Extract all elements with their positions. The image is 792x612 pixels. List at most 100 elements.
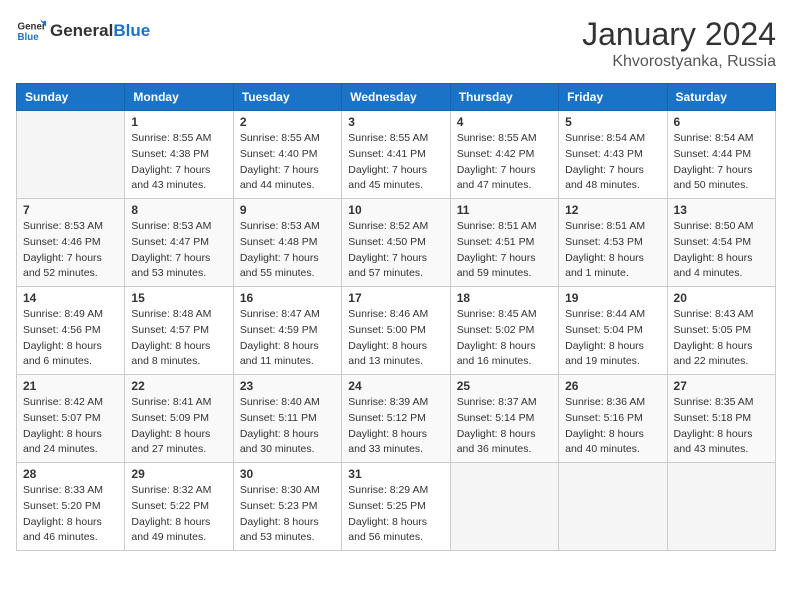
day-detail: Sunrise: 8:30 AMSunset: 5:23 PMDaylight:… bbox=[240, 483, 335, 546]
day-detail: Sunrise: 8:43 AMSunset: 5:05 PMDaylight:… bbox=[674, 307, 769, 370]
calendar-cell: 26 Sunrise: 8:36 AMSunset: 5:16 PMDayligh… bbox=[559, 375, 667, 463]
calendar-cell: 21 Sunrise: 8:42 AMSunset: 5:07 PMDayligh… bbox=[17, 375, 125, 463]
day-number: 16 bbox=[240, 291, 335, 305]
calendar-cell: 1Sunrise: 8:55 AMSunset: 4:38 PMDaylight… bbox=[125, 111, 233, 199]
day-number: 3 bbox=[348, 115, 443, 129]
day-number: 17 bbox=[348, 291, 443, 305]
day-detail: Sunrise: 8:53 AMSunset: 4:48 PMDaylight:… bbox=[240, 219, 335, 282]
calendar-week-row: 28 Sunrise: 8:33 AMSunset: 5:20 PMDayligh… bbox=[17, 463, 776, 551]
day-number: 28 bbox=[23, 467, 118, 481]
calendar-cell: 24 Sunrise: 8:39 AMSunset: 5:12 PMDayligh… bbox=[342, 375, 450, 463]
day-number: 8 bbox=[131, 203, 226, 217]
day-detail: Sunrise: 8:55 AMSunset: 4:38 PMDaylight:… bbox=[131, 131, 226, 194]
day-detail: Sunrise: 8:41 AMSunset: 5:09 PMDaylight:… bbox=[131, 395, 226, 458]
calendar-week-row: 7Sunrise: 8:53 AMSunset: 4:46 PMDaylight… bbox=[17, 199, 776, 287]
svg-text:General: General bbox=[18, 22, 47, 33]
calendar-cell: 30Sunrise: 8:30 AMSunset: 5:23 PMDayligh… bbox=[233, 463, 341, 551]
day-number: 14 bbox=[23, 291, 118, 305]
calendar-cell bbox=[667, 463, 775, 551]
day-number: 24 bbox=[348, 379, 443, 393]
day-number: 27 bbox=[674, 379, 769, 393]
calendar-header-row: SundayMondayTuesdayWednesdayThursdayFrid… bbox=[17, 84, 776, 111]
day-number: 13 bbox=[674, 203, 769, 217]
col-header-saturday: Saturday bbox=[667, 84, 775, 111]
calendar-cell: 15 Sunrise: 8:48 AMSunset: 4:57 PMDayligh… bbox=[125, 287, 233, 375]
day-detail: Sunrise: 8:47 AMSunset: 4:59 PMDaylight:… bbox=[240, 307, 335, 370]
day-number: 23 bbox=[240, 379, 335, 393]
calendar-week-row: 1Sunrise: 8:55 AMSunset: 4:38 PMDaylight… bbox=[17, 111, 776, 199]
col-header-sunday: Sunday bbox=[17, 84, 125, 111]
calendar-table: SundayMondayTuesdayWednesdayThursdayFrid… bbox=[16, 83, 776, 551]
day-detail: Sunrise: 8:35 AMSunset: 5:18 PMDaylight:… bbox=[674, 395, 769, 458]
day-detail: Sunrise: 8:52 AMSunset: 4:50 PMDaylight:… bbox=[348, 219, 443, 282]
calendar-cell: 23Sunrise: 8:40 AMSunset: 5:11 PMDayligh… bbox=[233, 375, 341, 463]
day-detail: Sunrise: 8:46 AMSunset: 5:00 PMDaylight:… bbox=[348, 307, 443, 370]
calendar-cell: 20 Sunrise: 8:43 AMSunset: 5:05 PMDayligh… bbox=[667, 287, 775, 375]
calendar-cell bbox=[17, 111, 125, 199]
day-detail: Sunrise: 8:44 AMSunset: 5:04 PMDaylight:… bbox=[565, 307, 660, 370]
calendar-cell: 29 Sunrise: 8:32 AMSunset: 5:22 PMDayligh… bbox=[125, 463, 233, 551]
col-header-wednesday: Wednesday bbox=[342, 84, 450, 111]
day-detail: Sunrise: 8:29 AMSunset: 5:25 PMDaylight:… bbox=[348, 483, 443, 546]
calendar-cell: 31 Sunrise: 8:29 AMSunset: 5:25 PMDayligh… bbox=[342, 463, 450, 551]
day-number: 18 bbox=[457, 291, 552, 305]
calendar-subtitle: Khvorostyanka, Russia bbox=[582, 53, 776, 71]
day-detail: Sunrise: 8:37 AMSunset: 5:14 PMDaylight:… bbox=[457, 395, 552, 458]
calendar-cell bbox=[559, 463, 667, 551]
day-detail: Sunrise: 8:49 AMSunset: 4:56 PMDaylight:… bbox=[23, 307, 118, 370]
col-header-thursday: Thursday bbox=[450, 84, 558, 111]
col-header-monday: Monday bbox=[125, 84, 233, 111]
day-detail: Sunrise: 8:42 AMSunset: 5:07 PMDaylight:… bbox=[23, 395, 118, 458]
day-detail: Sunrise: 8:54 AMSunset: 4:44 PMDaylight:… bbox=[674, 131, 769, 194]
calendar-cell: 27 Sunrise: 8:35 AMSunset: 5:18 PMDayligh… bbox=[667, 375, 775, 463]
day-detail: Sunrise: 8:55 AMSunset: 4:42 PMDaylight:… bbox=[457, 131, 552, 194]
calendar-cell: 8 Sunrise: 8:53 AMSunset: 4:47 PMDaylight… bbox=[125, 199, 233, 287]
day-number: 7 bbox=[23, 203, 118, 217]
day-number: 19 bbox=[565, 291, 660, 305]
day-number: 26 bbox=[565, 379, 660, 393]
calendar-title: January 2024 bbox=[582, 16, 776, 53]
calendar-cell: 14 Sunrise: 8:49 AMSunset: 4:56 PMDayligh… bbox=[17, 287, 125, 375]
day-number: 21 bbox=[23, 379, 118, 393]
col-header-tuesday: Tuesday bbox=[233, 84, 341, 111]
svg-text:Blue: Blue bbox=[18, 32, 40, 43]
day-detail: Sunrise: 8:55 AMSunset: 4:41 PMDaylight:… bbox=[348, 131, 443, 194]
calendar-cell: 9 Sunrise: 8:53 AMSunset: 4:48 PMDaylight… bbox=[233, 199, 341, 287]
title-block: January 2024 Khvorostyanka, Russia bbox=[582, 16, 776, 71]
day-detail: Sunrise: 8:55 AMSunset: 4:40 PMDaylight:… bbox=[240, 131, 335, 194]
day-number: 12 bbox=[565, 203, 660, 217]
calendar-cell: 18 Sunrise: 8:45 AMSunset: 5:02 PMDayligh… bbox=[450, 287, 558, 375]
calendar-cell: 16 Sunrise: 8:47 AMSunset: 4:59 PMDayligh… bbox=[233, 287, 341, 375]
logo-icon: General Blue bbox=[16, 16, 46, 46]
day-detail: Sunrise: 8:36 AMSunset: 5:16 PMDaylight:… bbox=[565, 395, 660, 458]
day-number: 2 bbox=[240, 115, 335, 129]
calendar-cell: 17 Sunrise: 8:46 AMSunset: 5:00 PMDayligh… bbox=[342, 287, 450, 375]
calendar-cell: 28 Sunrise: 8:33 AMSunset: 5:20 PMDayligh… bbox=[17, 463, 125, 551]
day-detail: Sunrise: 8:54 AMSunset: 4:43 PMDaylight:… bbox=[565, 131, 660, 194]
day-number: 31 bbox=[348, 467, 443, 481]
calendar-cell: 10 Sunrise: 8:52 AMSunset: 4:50 PMDayligh… bbox=[342, 199, 450, 287]
calendar-cell: 12Sunrise: 8:51 AMSunset: 4:53 PMDayligh… bbox=[559, 199, 667, 287]
day-detail: Sunrise: 8:50 AMSunset: 4:54 PMDaylight:… bbox=[674, 219, 769, 282]
day-detail: Sunrise: 8:48 AMSunset: 4:57 PMDaylight:… bbox=[131, 307, 226, 370]
day-number: 10 bbox=[348, 203, 443, 217]
calendar-cell: 19 Sunrise: 8:44 AMSunset: 5:04 PMDayligh… bbox=[559, 287, 667, 375]
calendar-cell: 3 Sunrise: 8:55 AMSunset: 4:41 PMDaylight… bbox=[342, 111, 450, 199]
day-detail: Sunrise: 8:39 AMSunset: 5:12 PMDaylight:… bbox=[348, 395, 443, 458]
day-detail: Sunrise: 8:33 AMSunset: 5:20 PMDaylight:… bbox=[23, 483, 118, 546]
logo: General Blue GeneralBlue bbox=[16, 16, 150, 46]
calendar-cell: 5Sunrise: 8:54 AMSunset: 4:43 PMDaylight… bbox=[559, 111, 667, 199]
day-number: 9 bbox=[240, 203, 335, 217]
day-detail: Sunrise: 8:45 AMSunset: 5:02 PMDaylight:… bbox=[457, 307, 552, 370]
page-header: General Blue GeneralBlue January 2024 Kh… bbox=[16, 16, 776, 71]
day-detail: Sunrise: 8:32 AMSunset: 5:22 PMDaylight:… bbox=[131, 483, 226, 546]
day-number: 4 bbox=[457, 115, 552, 129]
day-number: 20 bbox=[674, 291, 769, 305]
day-number: 15 bbox=[131, 291, 226, 305]
day-detail: Sunrise: 8:53 AMSunset: 4:47 PMDaylight:… bbox=[131, 219, 226, 282]
day-number: 11 bbox=[457, 203, 552, 217]
logo-general-text: General bbox=[50, 21, 113, 40]
logo-blue-text: Blue bbox=[113, 21, 150, 40]
day-number: 29 bbox=[131, 467, 226, 481]
calendar-cell: 22Sunrise: 8:41 AMSunset: 5:09 PMDayligh… bbox=[125, 375, 233, 463]
